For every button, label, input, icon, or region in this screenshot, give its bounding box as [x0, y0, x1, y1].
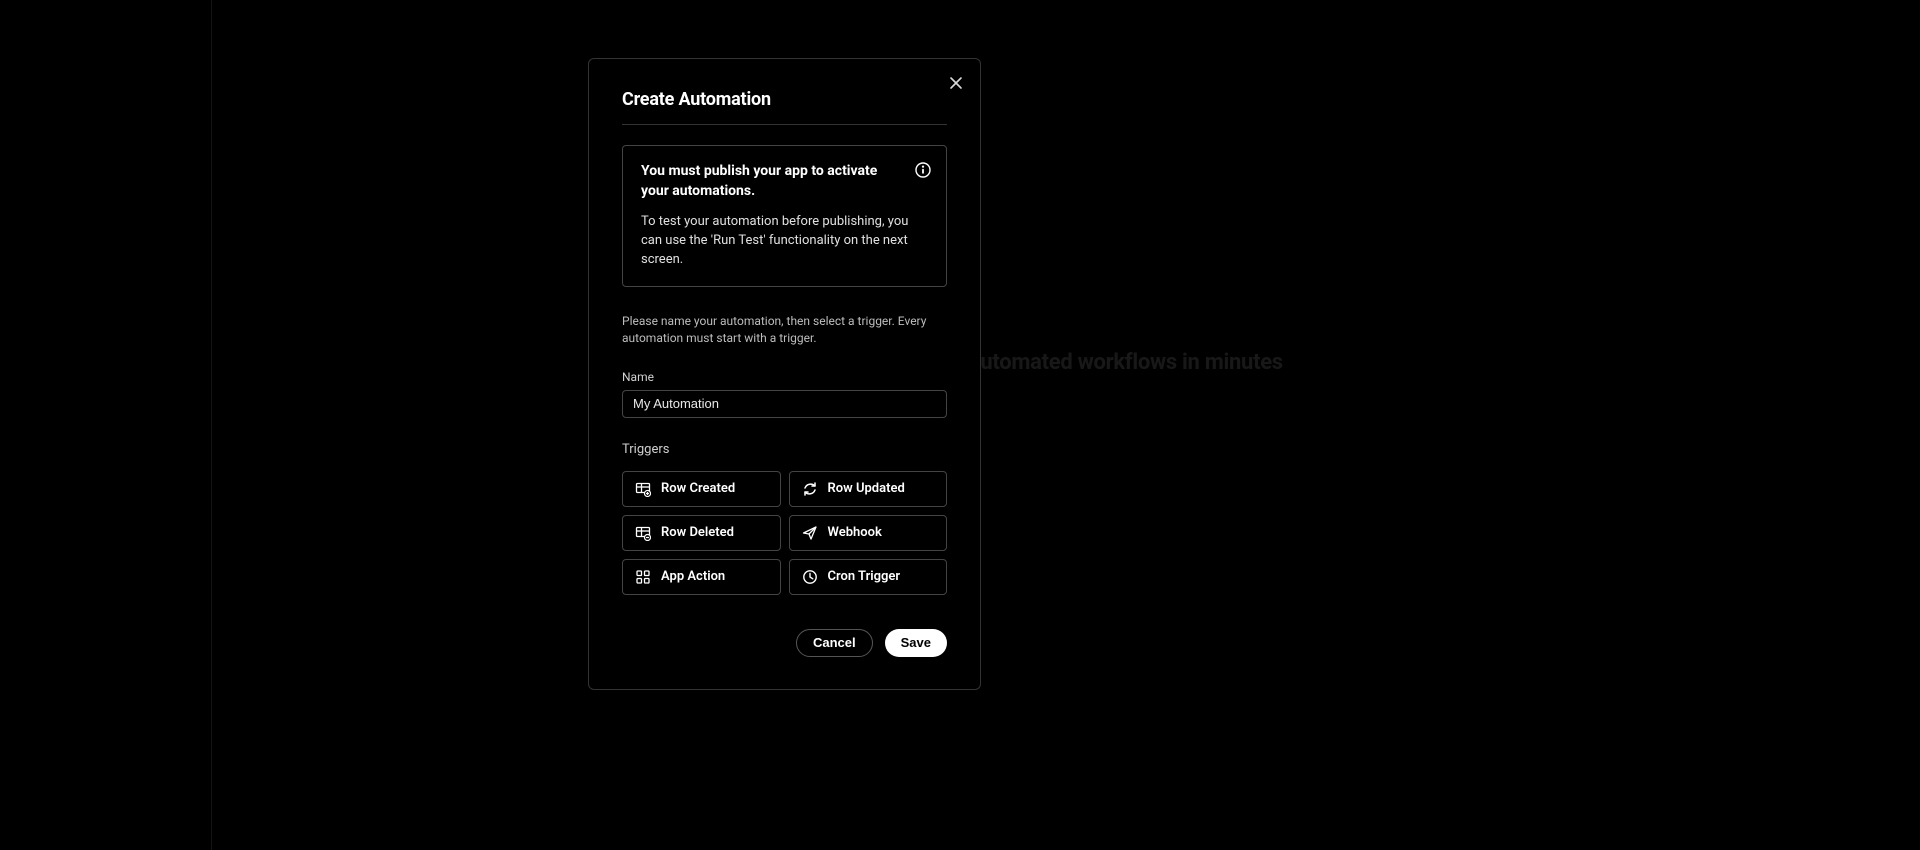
trigger-app-action[interactable]: App Action [622, 559, 781, 595]
close-icon [949, 76, 963, 90]
trigger-label: Row Deleted [661, 525, 734, 540]
trigger-label: Row Created [661, 481, 735, 496]
modal-divider [622, 124, 947, 125]
info-icon [915, 162, 931, 178]
clock-icon [802, 569, 818, 585]
modal-footer: Cancel Save [622, 629, 947, 657]
help-text: Please name your automation, then select… [622, 313, 947, 348]
save-button[interactable]: Save [885, 629, 947, 657]
create-automation-modal: Create Automation You must publish your … [588, 58, 981, 690]
paper-plane-icon [802, 525, 818, 541]
trigger-row-created[interactable]: Row Created [622, 471, 781, 507]
info-box-heading: You must publish your app to activate yo… [641, 162, 928, 201]
apps-grid-icon [635, 569, 651, 585]
trigger-cron[interactable]: Cron Trigger [789, 559, 948, 595]
cancel-button[interactable]: Cancel [796, 629, 873, 657]
table-minus-icon [635, 525, 651, 541]
triggers-section-label: Triggers [622, 442, 947, 457]
modal-title: Create Automation [622, 89, 947, 110]
trigger-row-updated[interactable]: Row Updated [789, 471, 948, 507]
trigger-grid: Row Created Row Updated [622, 471, 947, 595]
trigger-label: Webhook [828, 525, 882, 540]
trigger-webhook[interactable]: Webhook [789, 515, 948, 551]
refresh-icon [802, 481, 818, 497]
trigger-label: Row Updated [828, 481, 905, 496]
table-plus-icon [635, 481, 651, 497]
info-box-body: To test your automation before publishin… [641, 213, 928, 270]
trigger-label: App Action [661, 569, 725, 584]
close-button[interactable] [946, 73, 966, 93]
trigger-row-deleted[interactable]: Row Deleted [622, 515, 781, 551]
name-field-label: Name [622, 370, 947, 384]
trigger-label: Cron Trigger [828, 569, 901, 584]
publish-info-box: You must publish your app to activate yo… [622, 145, 947, 287]
name-input[interactable] [622, 390, 947, 418]
